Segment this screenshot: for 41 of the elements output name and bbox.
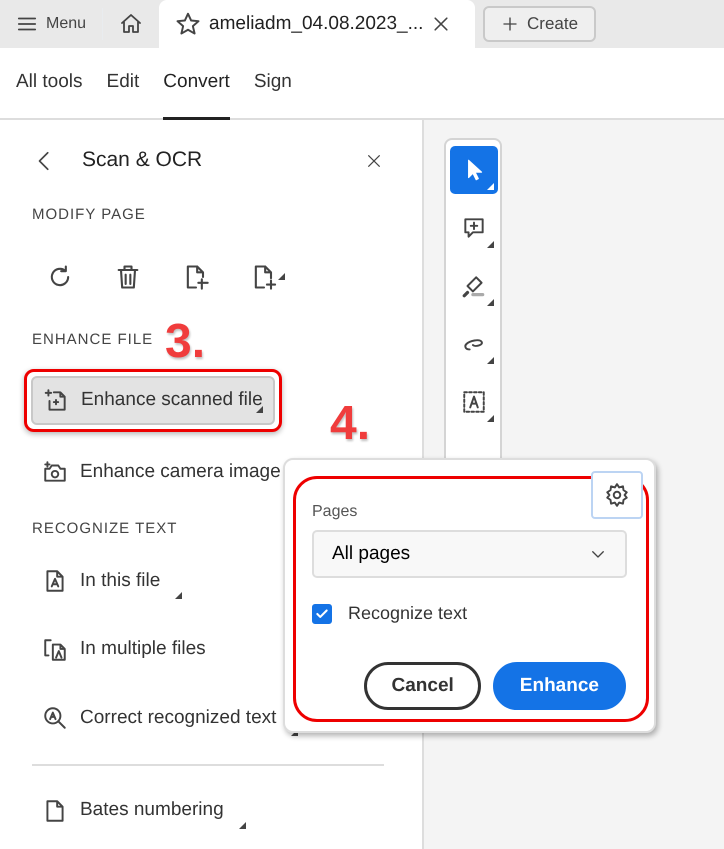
plus-icon [501,15,520,33]
menu-button[interactable]: Menu [0,0,102,48]
submenu-icon [487,357,494,364]
tool-item[interactable]: Enhance camera image [32,450,291,494]
home-icon [119,12,144,36]
tool-item[interactable]: Bates numbering [32,788,234,833]
submenu-icon [487,241,494,248]
settings-icon [604,482,630,508]
submenu-icon [487,415,494,422]
nav-tab[interactable]: Sign [254,48,292,120]
nav-tab[interactable]: All tools [16,48,83,120]
close-icon [366,152,382,169]
enhance-button[interactable]: Enhance [492,662,626,710]
cancel-button[interactable]: Cancel [364,662,481,710]
star-icon [175,11,202,37]
toolbar-button[interactable] [450,146,498,194]
checkbox-label: Recognize text [348,602,468,625]
submenu-icon [487,183,494,190]
checkbox[interactable] [312,604,332,624]
section-heading: ENHANCE FILE [32,330,154,350]
text-search-icon [42,705,68,731]
tool-item[interactable]: Correct recognized text [32,696,286,740]
panel-title: Scan & OCR [82,147,204,174]
document-tab[interactable]: ameliadm_04.08.2023_... [159,0,476,48]
settings-button[interactable] [591,471,643,519]
tool-item[interactable]: Enhance scanned file [31,376,275,425]
submenu-icon [487,299,494,306]
step-number: 3. [165,318,206,366]
checkmark-icon [315,606,329,620]
step-number: 4. [330,400,370,448]
text-files-icon [42,636,68,662]
section-heading: RECOGNIZE TEXT [32,519,178,540]
nav-tab[interactable]: Edit [106,48,140,120]
nav-tab[interactable]: Convert [163,48,230,120]
text-box-icon [461,389,487,415]
section-heading: MODIFY PAGE [32,205,146,225]
tool-item[interactable]: In this file [32,558,170,604]
create-button[interactable]: Create [483,6,596,42]
tool-item[interactable]: In multiple files [32,627,216,672]
pages-dropdown[interactable]: All pages [312,530,627,578]
field-label: Pages [312,502,358,522]
